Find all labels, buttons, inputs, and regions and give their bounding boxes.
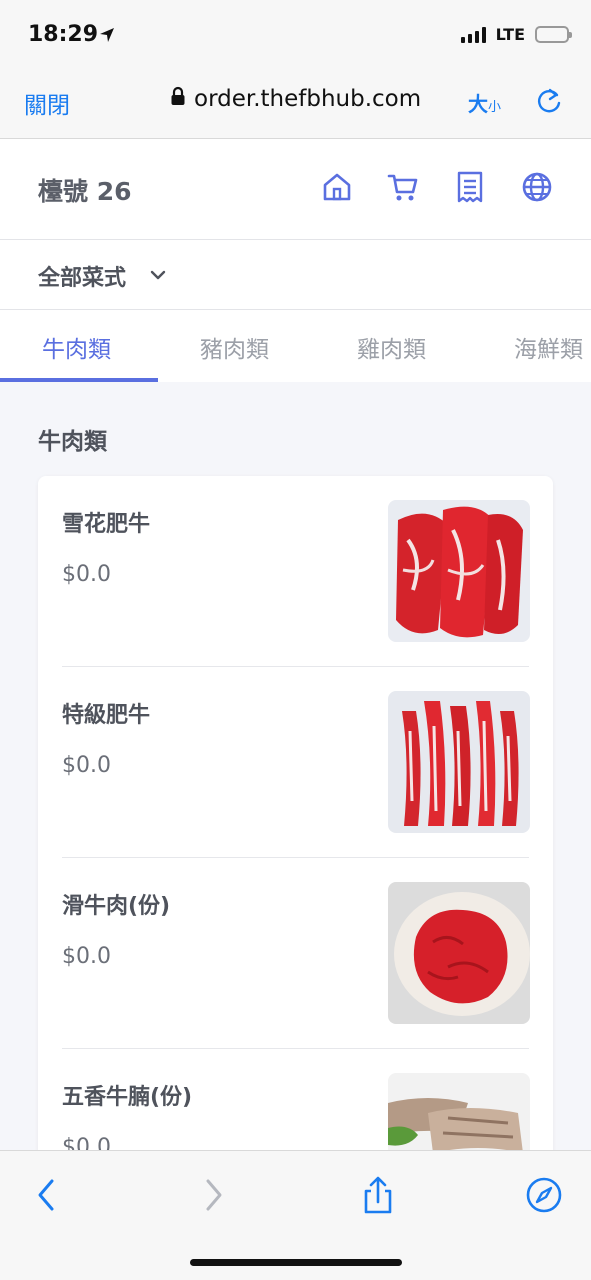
category-selected: 全部菜式 (38, 266, 127, 291)
cart-icon[interactable] (386, 170, 420, 204)
menu-content: 牛肉類 雪花肥牛 $0.0 特級肥牛 $0.0 滑牛肉(份) $0.0 五香牛腩… (0, 382, 591, 1150)
item-image (388, 1073, 530, 1150)
home-indicator (190, 1259, 402, 1266)
item-price: $0.0 (62, 753, 111, 778)
browser-toolbar (0, 1150, 591, 1280)
menu-item[interactable]: 雪花肥牛 $0.0 (38, 476, 553, 667)
text-size-small: 小 (488, 100, 502, 115)
receipt-icon[interactable] (453, 170, 487, 204)
item-price: $0.0 (62, 1135, 111, 1150)
battery-icon (535, 26, 572, 43)
tab-chicken[interactable]: 雞肉類 (357, 330, 426, 364)
item-image (388, 691, 530, 833)
tab-seafood[interactable]: 海鮮類 (514, 330, 583, 364)
app-header: 檯號 26 (0, 140, 591, 240)
item-image (388, 882, 530, 1024)
category-dropdown[interactable]: 全部菜式 (0, 240, 591, 310)
text-size-big: 大 (468, 92, 488, 116)
network-label: LTE (495, 25, 525, 44)
chevron-down-icon (150, 266, 166, 285)
location-arrow-icon (98, 26, 116, 48)
reload-icon[interactable] (535, 86, 563, 120)
menu-item[interactable]: 五香牛腩(份) $0.0 (38, 1049, 553, 1150)
back-icon[interactable] (26, 1175, 66, 1215)
category-tabs: 牛肉類 豬肉類 雞肉類 海鮮類 (0, 310, 591, 382)
url-text: order.thefbhub.com (194, 86, 422, 112)
item-price: $0.0 (62, 562, 111, 587)
close-button[interactable]: 關閉 (24, 86, 70, 120)
status-indicators: LTE (460, 25, 572, 44)
menu-item[interactable]: 特級肥牛 $0.0 (38, 667, 553, 858)
menu-card: 雪花肥牛 $0.0 特級肥牛 $0.0 滑牛肉(份) $0.0 五香牛腩(份) … (38, 476, 553, 1150)
browser-address-bar: 關閉 order.thefbhub.com 大小 (0, 70, 591, 139)
text-size-button[interactable]: 大小 (468, 88, 501, 117)
item-price: $0.0 (62, 944, 111, 969)
section-title: 牛肉類 (38, 429, 107, 455)
status-time: 18:29 (28, 22, 99, 47)
item-name: 特級肥牛 (62, 703, 151, 728)
table-number: 檯號 26 (38, 177, 132, 206)
item-name: 五香牛腩(份) (62, 1085, 193, 1110)
globe-icon[interactable] (520, 170, 554, 204)
compass-icon[interactable] (524, 1175, 564, 1215)
signal-icon (460, 26, 486, 43)
menu-item[interactable]: 滑牛肉(份) $0.0 (38, 858, 553, 1049)
tab-pork[interactable]: 豬肉類 (200, 330, 269, 364)
item-image (388, 500, 530, 642)
forward-icon[interactable] (194, 1175, 234, 1215)
item-name: 滑牛肉(份) (62, 894, 171, 919)
status-bar: 18:29 LTE (0, 0, 591, 70)
url-field[interactable]: order.thefbhub.com (170, 86, 421, 112)
tab-beef[interactable]: 牛肉類 (42, 330, 111, 364)
home-icon[interactable] (320, 170, 354, 204)
share-icon[interactable] (358, 1175, 398, 1215)
item-name: 雪花肥牛 (62, 512, 151, 537)
lock-icon (170, 86, 186, 112)
